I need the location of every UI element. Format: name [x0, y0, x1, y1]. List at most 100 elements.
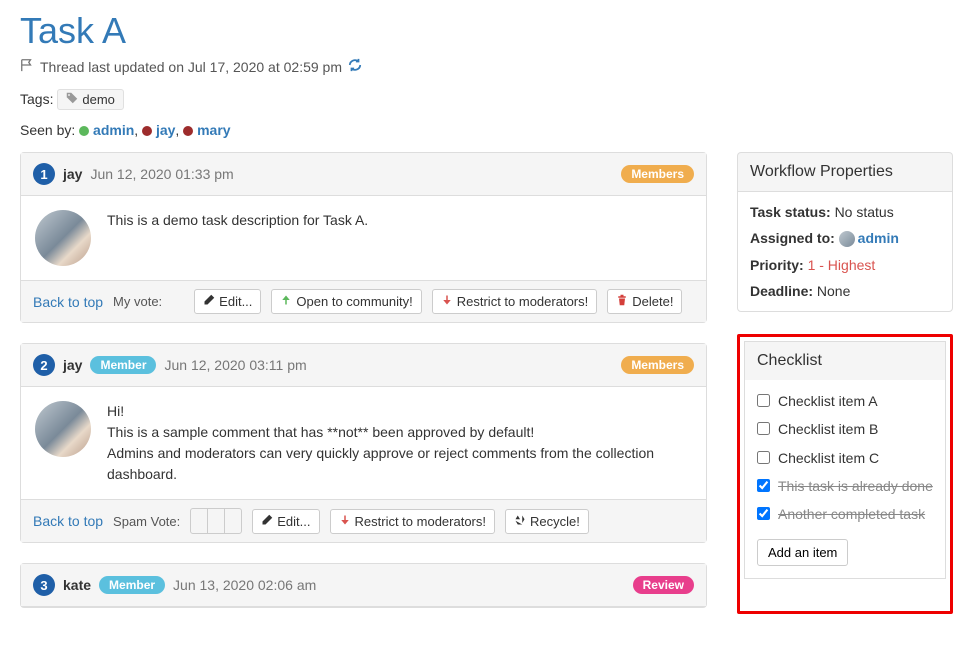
comment-timestamp: Jun 13, 2020 02:06 am: [173, 577, 316, 593]
comment-panel: 1 jay Jun 12, 2020 01:33 pm Members This is …: [20, 152, 707, 323]
tags-row: Tags: demo: [20, 89, 953, 110]
restrict-to-moderators--button[interactable]: Restrict to moderators!: [330, 509, 496, 534]
thread-updated-text: Thread last updated on Jul 17, 2020 at 0…: [40, 59, 342, 75]
status-label: Task status:: [750, 204, 831, 220]
presence-dot: [142, 126, 152, 136]
checklist-item: This task is already done: [757, 477, 933, 495]
deadline-value: None: [817, 283, 850, 299]
comment-header: 2jayMemberJun 12, 2020 03:11 pmMembers: [21, 344, 706, 387]
comment-footer: Back to top Spam Vote: Edit... Restrict to …: [21, 499, 706, 542]
checklist-item: Checklist item A: [757, 392, 933, 410]
vote-label: Spam Vote:: [113, 514, 180, 529]
thumb-up-icon[interactable]: [191, 509, 208, 533]
recycle--button[interactable]: Recycle!: [505, 509, 589, 534]
thumb-down-icon[interactable]: [225, 509, 241, 533]
back-to-top-link[interactable]: Back to top: [33, 294, 103, 310]
thread-updated-row: Thread last updated on Jul 17, 2020 at 0…: [20, 58, 953, 75]
checklist-label: Checklist item C: [778, 449, 879, 467]
comment-number: 3: [33, 574, 55, 596]
down-icon: [339, 514, 351, 529]
comment-timestamp: Jun 12, 2020 03:11 pm: [164, 357, 306, 373]
recycle-icon: [514, 514, 526, 529]
button-label: Delete!: [632, 294, 673, 309]
comment-author[interactable]: kate: [63, 577, 91, 593]
checklist-item: Checklist item B: [757, 420, 933, 438]
comment-body: Hi!This is a sample comment that has **n…: [21, 387, 706, 499]
comment-text: Hi!This is a sample comment that has **n…: [107, 401, 692, 485]
tag-badge[interactable]: demo: [57, 89, 124, 110]
presence-dot: [183, 126, 193, 136]
avatar: [35, 401, 91, 457]
avatar: [839, 231, 855, 247]
page-title: Task A: [20, 10, 953, 52]
tag-icon: [66, 92, 78, 107]
button-label: Restrict to moderators!: [355, 514, 487, 529]
user-link[interactable]: admin: [93, 122, 134, 138]
checklist-checkbox[interactable]: [757, 422, 770, 435]
checklist-checkbox[interactable]: [757, 479, 770, 492]
question-icon[interactable]: [208, 509, 225, 533]
back-to-top-link[interactable]: Back to top: [33, 513, 103, 529]
user-link[interactable]: mary: [197, 122, 230, 138]
comment-panel: 2jayMemberJun 12, 2020 03:11 pmMembersHi…: [20, 343, 707, 543]
open-to-community--button[interactable]: Open to community!: [271, 289, 421, 314]
checklist-checkbox[interactable]: [757, 451, 770, 464]
comment-number: 2: [33, 354, 55, 376]
button-label: Edit...: [277, 514, 310, 529]
assigned-value[interactable]: admin: [858, 230, 899, 246]
button-label: Recycle!: [530, 514, 580, 529]
assigned-label: Assigned to:: [750, 230, 835, 246]
seen-by-row: Seen by: admin, jay, mary: [20, 122, 953, 138]
up-icon: [280, 294, 292, 309]
comment-footer: Back to top My vote: Edit... Open to commun…: [21, 280, 706, 322]
tags-label: Tags:: [20, 91, 53, 107]
comment-panel: 3 kate Member Jun 13, 2020 02:06 am Review: [20, 563, 707, 608]
checklist-label: Checklist item A: [778, 392, 878, 410]
flag-icon: [20, 58, 34, 75]
deadline-label: Deadline:: [750, 283, 813, 299]
checklist-heading: Checklist: [744, 341, 946, 380]
button-label: Open to community!: [296, 294, 412, 309]
comment-text: This is a demo task description for Task…: [107, 210, 368, 266]
add-checklist-item-button[interactable]: Add an item: [757, 539, 848, 566]
comment-author[interactable]: jay: [63, 166, 82, 182]
button-label: Restrict to moderators!: [457, 294, 589, 309]
comment-timestamp: Jun 12, 2020 01:33 pm: [90, 166, 233, 182]
edit-icon: [261, 514, 273, 529]
workflow-heading: Workflow Properties: [737, 152, 953, 191]
tag-label: demo: [82, 92, 115, 107]
delete--button[interactable]: Delete!: [607, 289, 682, 314]
checklist-item: Another completed task: [757, 505, 933, 523]
status-badge: Members: [621, 165, 694, 183]
priority-label: Priority:: [750, 257, 804, 273]
seen-by-label: Seen by:: [20, 122, 75, 138]
checklist-item: Checklist item C: [757, 449, 933, 467]
member-badge: Member: [99, 576, 165, 594]
checklist-label: Another completed task: [778, 505, 925, 523]
user-link[interactable]: jay: [156, 122, 175, 138]
comment-body: This is a demo task description for Task…: [21, 196, 706, 280]
checklist-panel: Checklist Checklist item A Checklist item…: [737, 334, 953, 614]
comment-header: 3 kate Member Jun 13, 2020 02:06 am Review: [21, 564, 706, 607]
checklist-checkbox[interactable]: [757, 394, 770, 407]
checklist-checkbox[interactable]: [757, 507, 770, 520]
member-badge: Member: [90, 356, 156, 374]
checklist-label: Checklist item B: [778, 420, 878, 438]
status-badge: Review: [633, 576, 694, 594]
vote-label: My vote:: [113, 294, 162, 309]
refresh-icon[interactable]: [348, 58, 362, 75]
status-value: No status: [835, 204, 894, 220]
edit----button[interactable]: Edit...: [252, 509, 319, 534]
comment-number: 1: [33, 163, 55, 185]
edit----button[interactable]: Edit...: [194, 289, 261, 314]
button-label: Edit...: [219, 294, 252, 309]
edit-icon: [203, 294, 215, 309]
spam-vote-group: [190, 508, 242, 534]
presence-dot: [79, 126, 89, 136]
trash-icon: [616, 294, 628, 309]
restrict-to-moderators--button[interactable]: Restrict to moderators!: [432, 289, 598, 314]
priority-value: 1 - Highest: [808, 257, 876, 273]
down-icon: [441, 294, 453, 309]
comment-author[interactable]: jay: [63, 357, 82, 373]
workflow-panel: Workflow Properties Task status: No stat…: [737, 152, 953, 312]
